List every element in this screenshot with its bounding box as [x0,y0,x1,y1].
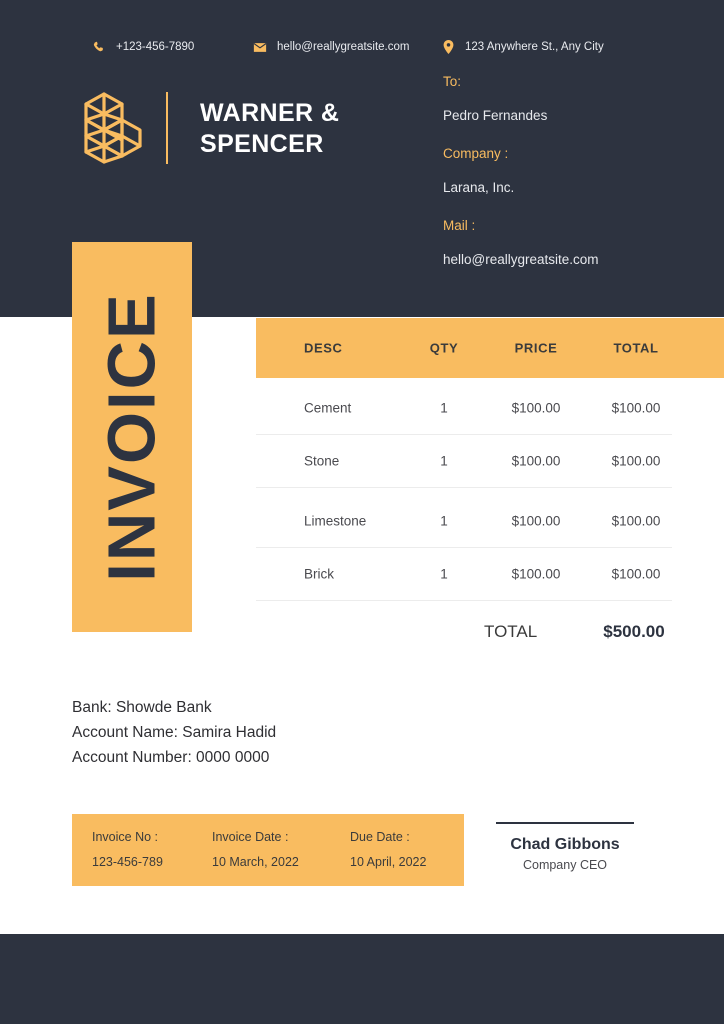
to-value: Pedro Fernandes [443,108,548,123]
table-header-price: PRICE [514,340,558,356]
cell-qty: 1 [440,453,448,468]
signature-name: Chad Gibbons [510,836,620,853]
footer-phone: +123-456-7890 [92,40,194,54]
to-label: To: [443,74,462,89]
footer-address: 123 Anywhere St., Any City [441,40,604,54]
invoice-no-label: Invoice No : [92,830,159,844]
cell-qty: 1 [440,566,448,581]
bank-name-line: Bank: Showde Bank [72,699,212,716]
signature-rule [496,822,634,824]
cell-total: $100.00 [611,566,661,581]
table-header-qty: QTY [429,340,459,356]
table-row: Stone 1 $100.00 $100.00 [256,434,672,488]
table-row: Brick 1 $100.00 $100.00 [256,547,672,601]
page-title: INVOICE [94,292,170,582]
footer-phone-text: +123-456-7890 [116,41,195,53]
cell-desc: Limestone [304,513,367,528]
mail-label: Mail : [443,218,476,233]
brand-name: WARNER & SPENCER [200,98,420,160]
account-name-line: Account Name: Samira Hadid [72,724,277,741]
invoice-date-label: Invoice Date : [212,830,289,844]
grand-total-label: TOTAL [484,622,538,641]
cell-desc: Brick [304,566,334,581]
cell-total: $100.00 [611,400,661,415]
mail-value: hello@reallygreatsite.com [443,252,599,267]
cell-total: $100.00 [611,513,661,528]
account-number-line: Account Number: 0000 0000 [72,749,270,766]
footer-address-text: 123 Anywhere St., Any City [465,41,604,53]
cell-price: $100.00 [511,453,561,468]
logo-divider [166,92,168,164]
invoice-meta-box: Invoice No : 123-456-789 Invoice Date : … [72,814,464,886]
cell-price: $100.00 [511,400,561,415]
brand-line-2: SPENCER [200,130,324,158]
map-pin-icon [441,40,455,54]
bill-to-block: To: Pedro Fernandes Company : Larana, In… [443,72,693,270]
invoice-no-column: Invoice No : 123-456-789 [92,830,163,869]
cell-desc: Stone [304,453,340,468]
invoice-date-value: 10 March, 2022 [212,855,299,869]
table-header: DESC QTY PRICE TOTAL [256,318,724,378]
footer-band [0,934,724,1024]
cell-total: $100.00 [611,453,661,468]
invoice-date-column: Invoice Date : 10 March, 2022 [212,830,299,869]
footer-mail: hello@reallygreatsite.com [253,40,409,54]
brand-line-1: WARNER & [200,99,340,127]
invoice-page: WARNER & SPENCER To: Pedro Fernandes Com… [0,0,724,1024]
signature-title: Company CEO [522,858,608,872]
due-date-value: 10 April, 2022 [350,855,427,869]
cell-price: $100.00 [511,513,561,528]
invoice-title-block: INVOICE [72,242,192,632]
invoice-no-value: 123-456-789 [92,855,163,869]
signature-block: Chad Gibbons Company CEO [496,822,634,872]
table-total-row: TOTAL $500.00 [256,605,672,659]
cell-price: $100.00 [511,566,561,581]
footer-mail-text: hello@reallygreatsite.com [277,41,410,53]
isometric-blocks-logo-icon [78,88,150,168]
cell-qty: 1 [440,513,448,528]
phone-icon [92,40,106,54]
table-header-total: TOTAL [613,340,659,356]
grand-total-amount: $500.00 [603,622,665,641]
bank-details: Bank: Showde Bank Account Name: Samira H… [72,695,492,770]
cell-qty: 1 [440,400,448,415]
envelope-icon [253,40,267,54]
table-row: Limestone 1 $100.00 $100.00 [256,494,672,548]
due-date-column: Due Date : 10 April, 2022 [350,830,426,869]
company-label: Company : [443,146,509,161]
table-header-desc: DESC [304,340,343,356]
company-value: Larana, Inc. [443,180,515,195]
due-date-label: Due Date : [350,830,410,844]
cell-desc: Cement [304,400,352,415]
table-row: Cement 1 $100.00 $100.00 [256,381,672,435]
